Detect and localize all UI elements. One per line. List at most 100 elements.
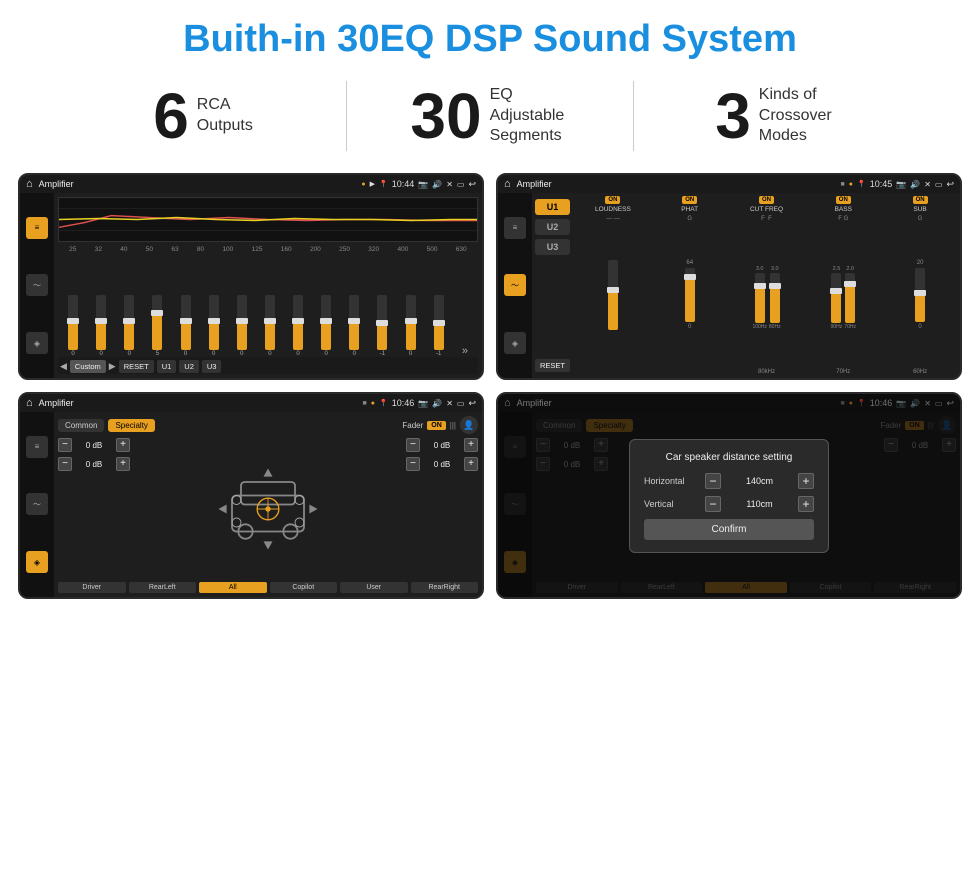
db-plus-3[interactable]: + bbox=[464, 438, 478, 452]
crossover-sidebar-wave[interactable]: 〜 bbox=[504, 274, 526, 296]
crossover-sidebar-eq[interactable]: ≡ bbox=[504, 217, 526, 239]
bass-slider-2[interactable] bbox=[845, 273, 855, 323]
eq-expand-btn[interactable]: » bbox=[462, 345, 468, 357]
crossover-home-icon[interactable]: ⌂ bbox=[504, 178, 511, 190]
fader-label: Fader bbox=[402, 421, 423, 430]
copilot-btn[interactable]: Copilot bbox=[270, 582, 338, 593]
db-minus-4[interactable]: − bbox=[406, 457, 420, 471]
crossover-dot2: ● bbox=[849, 181, 853, 188]
vertical-minus-btn[interactable]: − bbox=[705, 496, 721, 512]
crossover-status-bar: ⌂ Amplifier ■ ● 📍 10:45 📷 🔊 ✕ ▭ ↩ bbox=[498, 175, 960, 193]
horizontal-plus-btn[interactable]: + bbox=[798, 473, 814, 489]
phat-slider[interactable] bbox=[685, 268, 695, 322]
slider-7[interactable]: 0 bbox=[237, 295, 247, 357]
slider-11[interactable]: 0 bbox=[349, 295, 359, 357]
slider-6[interactable]: 0 bbox=[209, 295, 219, 357]
horizontal-row: Horizontal − 140cm + bbox=[644, 473, 814, 489]
horizontal-minus-btn[interactable]: − bbox=[705, 473, 721, 489]
stat-number-crossover: 3 bbox=[715, 84, 751, 148]
eq-sidebar-speaker-icon[interactable]: ◈ bbox=[26, 332, 48, 354]
eq-sidebar-wave-icon[interactable]: 〜 bbox=[26, 274, 48, 296]
phat-on[interactable]: ON bbox=[682, 196, 697, 204]
fader-back[interactable]: ↩ bbox=[468, 398, 476, 409]
eq-custom-btn[interactable]: Custom bbox=[70, 360, 106, 373]
profile-icon[interactable]: 👤 bbox=[460, 416, 478, 434]
fader-main-area: ≡ 〜 ◈ Common Specialty Fader ON ||| 👤 bbox=[20, 412, 482, 597]
slider-3[interactable]: 0 bbox=[124, 295, 134, 357]
slider-10[interactable]: 0 bbox=[321, 295, 331, 357]
eq-reset-btn[interactable]: RESET bbox=[119, 360, 154, 373]
crossover-vol: 🔊 bbox=[910, 180, 920, 189]
vertical-control: − 110cm + bbox=[705, 496, 814, 512]
slider-14[interactable]: -1 bbox=[434, 295, 444, 357]
fader-vol: 🔊 bbox=[432, 399, 442, 408]
eq-back[interactable]: ↩ bbox=[468, 179, 476, 190]
db-plus-4[interactable]: + bbox=[464, 457, 478, 471]
db-plus-2[interactable]: + bbox=[116, 457, 130, 471]
fader-home-icon[interactable]: ⌂ bbox=[26, 397, 33, 409]
eq-u2-btn[interactable]: U2 bbox=[179, 360, 199, 373]
crossover-reset-btn[interactable]: RESET bbox=[535, 359, 570, 372]
user-btn[interactable]: User bbox=[340, 582, 408, 593]
confirm-button[interactable]: Confirm bbox=[644, 519, 814, 540]
slider-8[interactable]: 0 bbox=[265, 295, 275, 357]
rear-left-btn[interactable]: RearLeft bbox=[129, 582, 197, 593]
u3-button[interactable]: U3 bbox=[535, 239, 570, 255]
u2-button[interactable]: U2 bbox=[535, 219, 570, 235]
sub-on[interactable]: ON bbox=[913, 196, 928, 204]
fader-pin: 📍 bbox=[379, 399, 388, 407]
bass-slider-1[interactable] bbox=[831, 273, 841, 323]
crossover-pin: 📍 bbox=[857, 180, 866, 188]
all-btn[interactable]: All bbox=[199, 582, 267, 593]
fader-on-toggle[interactable]: ON bbox=[427, 421, 446, 430]
specialty-tab[interactable]: Specialty bbox=[108, 419, 154, 432]
cutfreq-slider-1[interactable] bbox=[755, 273, 765, 323]
eq-sidebar-eq-icon[interactable]: ≡ bbox=[26, 217, 48, 239]
db-minus-2[interactable]: − bbox=[58, 457, 72, 471]
u1-button[interactable]: U1 bbox=[535, 199, 570, 215]
eq-next-btn[interactable]: ▶ bbox=[109, 361, 116, 372]
slider-12[interactable]: -1 bbox=[377, 295, 387, 357]
cutfreq-on[interactable]: ON bbox=[759, 196, 774, 204]
fader-sidebar-speaker[interactable]: ◈ bbox=[26, 551, 48, 573]
fader-sidebar-eq[interactable]: ≡ bbox=[26, 436, 48, 458]
horizontal-control: − 140cm + bbox=[705, 473, 814, 489]
fader-screen: ⌂ Amplifier ■ ● 📍 10:46 📷 🔊 ✕ ▭ ↩ ≡ 〜 ◈ … bbox=[18, 392, 484, 599]
sub-slider[interactable] bbox=[915, 268, 925, 322]
slider-13[interactable]: 0 bbox=[406, 295, 416, 357]
eq-home-icon[interactable]: ⌂ bbox=[26, 178, 33, 190]
db-plus-1[interactable]: + bbox=[116, 438, 130, 452]
eq-prev-btn[interactable]: ◀ bbox=[60, 361, 67, 372]
eq-left-sidebar: ≡ 〜 ◈ bbox=[20, 193, 54, 378]
common-tab[interactable]: Common bbox=[58, 419, 104, 432]
rear-right-btn[interactable]: RearRight bbox=[411, 582, 479, 593]
slider-1[interactable]: 0 bbox=[68, 295, 78, 357]
slider-9[interactable]: 0 bbox=[293, 295, 303, 357]
db-minus-3[interactable]: − bbox=[406, 438, 420, 452]
eq-rect: ▭ bbox=[457, 180, 465, 189]
loudness-slider-1[interactable] bbox=[608, 260, 618, 330]
eq-u1-btn[interactable]: U1 bbox=[157, 360, 177, 373]
fader-cam: 📷 bbox=[418, 399, 428, 408]
vertical-label: Vertical bbox=[644, 499, 699, 509]
crossover-back[interactable]: ↩ bbox=[946, 179, 954, 190]
fader-controls-area: − 0 dB + − 0 dB + bbox=[58, 438, 478, 579]
bass-on[interactable]: ON bbox=[836, 196, 851, 204]
slider-2[interactable]: 0 bbox=[96, 295, 106, 357]
crossover-sidebar-speaker[interactable]: ◈ bbox=[504, 332, 526, 354]
fader-sidebar-wave[interactable]: 〜 bbox=[26, 493, 48, 515]
fader-rect: ▭ bbox=[457, 399, 465, 408]
loudness-on[interactable]: ON bbox=[605, 196, 620, 204]
crossover-title: Amplifier bbox=[515, 179, 837, 189]
db-minus-1[interactable]: − bbox=[58, 438, 72, 452]
horizontal-label: Horizontal bbox=[644, 476, 699, 486]
fader-title: Amplifier bbox=[37, 398, 359, 408]
slider-4[interactable]: 5 bbox=[152, 295, 162, 357]
driver-btn[interactable]: Driver bbox=[58, 582, 126, 593]
crossover-left-sidebar: ≡ 〜 ◈ bbox=[498, 193, 532, 378]
eq-u3-btn[interactable]: U3 bbox=[202, 360, 222, 373]
vertical-plus-btn[interactable]: + bbox=[798, 496, 814, 512]
cutfreq-slider-2[interactable] bbox=[770, 273, 780, 323]
slider-5[interactable]: 0 bbox=[181, 295, 191, 357]
eq-x: ✕ bbox=[446, 180, 453, 189]
